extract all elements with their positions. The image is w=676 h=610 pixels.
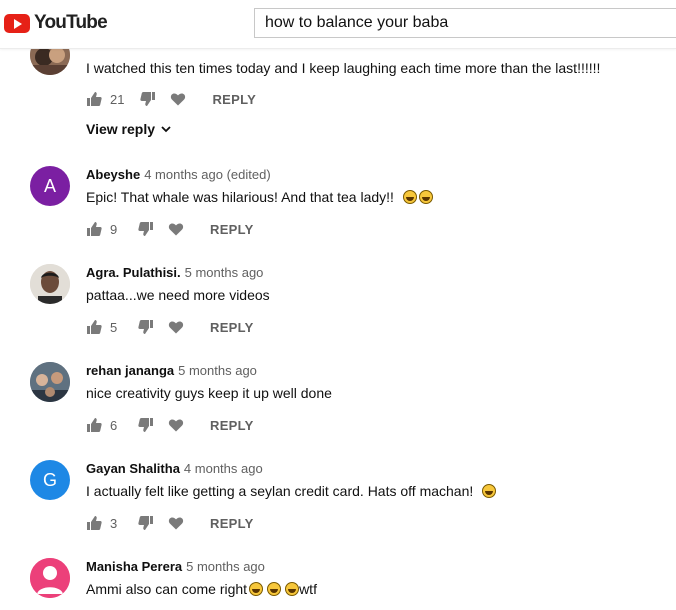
- view-reply-label: View reply: [86, 121, 156, 137]
- youtube-play-icon: [4, 13, 30, 33]
- author-name[interactable]: Manisha Perera: [86, 559, 182, 574]
- avatar[interactable]: [30, 264, 70, 304]
- comment-actions: 21 REPLY: [86, 89, 256, 109]
- thumbs-up-icon[interactable]: [86, 221, 102, 237]
- like-count: 21: [110, 91, 125, 107]
- heart-icon[interactable]: [170, 91, 186, 107]
- comment-text-suffix: wtf: [299, 581, 317, 597]
- reply-button[interactable]: REPLY: [210, 320, 254, 335]
- laughing-emoji-icon: [402, 190, 417, 204]
- thumbs-down-icon[interactable]: [138, 515, 154, 531]
- author-name[interactable]: rehan jananga: [86, 363, 174, 378]
- comment-header: rehan jananga 5 months ago: [86, 363, 257, 378]
- comment-time[interactable]: 5 months ago: [185, 265, 264, 280]
- laughing-emoji-icon: [482, 484, 497, 498]
- heart-icon[interactable]: [168, 221, 184, 237]
- avatar[interactable]: [30, 362, 70, 402]
- reply-button[interactable]: REPLY: [210, 418, 254, 433]
- avatar[interactable]: A: [30, 166, 70, 206]
- reply-button[interactable]: REPLY: [212, 92, 256, 107]
- like-count: 6: [110, 417, 118, 433]
- thumbs-down-icon[interactable]: [138, 319, 154, 335]
- comment-text: Ammi also can come right wtf: [86, 581, 317, 597]
- thumbs-up-icon[interactable]: [86, 417, 102, 433]
- author-name[interactable]: Agra. Pulathisi.: [86, 265, 181, 280]
- comment-text: nice creativity guys keep it up well don…: [86, 385, 332, 401]
- youtube-logo[interactable]: YouTube: [4, 9, 108, 37]
- comment-text-body: Epic! That whale was hilarious! And that…: [86, 189, 394, 205]
- search-input[interactable]: how to balance your baba: [254, 8, 676, 38]
- comment-time[interactable]: 5 months ago: [178, 363, 257, 378]
- like-count: 3: [110, 515, 118, 531]
- comment-actions: 3 REPLY: [86, 513, 254, 533]
- thumbs-down-icon[interactable]: [140, 91, 156, 107]
- comment-text: pattaa...we need more videos: [86, 287, 270, 303]
- reply-button[interactable]: REPLY: [210, 516, 254, 531]
- masthead: YouTube how to balance your baba: [0, 0, 676, 49]
- logo-text: YouTube: [34, 12, 108, 33]
- comment-header: Abeyshe 4 months ago (edited): [86, 167, 271, 182]
- heart-icon[interactable]: [168, 417, 184, 433]
- comment-header: Manisha Perera 5 months ago: [86, 559, 265, 574]
- view-reply-button[interactable]: View reply: [86, 121, 171, 137]
- heart-icon[interactable]: [168, 515, 184, 531]
- laughing-emoji-icon: [285, 582, 300, 596]
- author-name[interactable]: Gayan Shalitha: [86, 461, 180, 476]
- heart-icon[interactable]: [168, 319, 184, 335]
- comment-time[interactable]: 4 months ago: [184, 461, 263, 476]
- avatar[interactable]: [30, 558, 70, 598]
- like-count: 9: [110, 221, 118, 237]
- thumbs-down-icon[interactable]: [138, 417, 154, 433]
- thumbs-up-icon[interactable]: [86, 515, 102, 531]
- avatar[interactable]: G: [30, 460, 70, 500]
- laughing-emoji-icon: [267, 582, 282, 596]
- chevron-down-icon: [161, 126, 171, 133]
- thumbs-up-icon[interactable]: [86, 91, 102, 107]
- comment-actions: 6 REPLY: [86, 415, 254, 435]
- comment-text-body: Ammi also can come right: [86, 581, 248, 597]
- comment-header: Gayan Shalitha 4 months ago: [86, 461, 263, 476]
- reply-button[interactable]: REPLY: [210, 222, 254, 237]
- laughing-emoji-icon: [418, 190, 433, 204]
- comment-text: Epic! That whale was hilarious! And that…: [86, 189, 433, 205]
- comment-text: I actually felt like getting a seylan cr…: [86, 483, 497, 499]
- comment-text-body: I actually felt like getting a seylan cr…: [86, 483, 474, 499]
- comment-time[interactable]: 4 months ago (edited): [144, 167, 270, 182]
- comment-actions: 5 REPLY: [86, 317, 254, 337]
- comment-time[interactable]: 5 months ago: [186, 559, 265, 574]
- thumbs-down-icon[interactable]: [138, 221, 154, 237]
- author-name[interactable]: Abeyshe: [86, 167, 140, 182]
- comment-header: Agra. Pulathisi. 5 months ago: [86, 265, 263, 280]
- like-count: 5: [110, 319, 118, 335]
- laughing-emoji-icon: [249, 582, 264, 596]
- thumbs-up-icon[interactable]: [86, 319, 102, 335]
- comment-text: I watched this ten times today and I kee…: [86, 60, 601, 76]
- comment-actions: 9 REPLY: [86, 219, 254, 239]
